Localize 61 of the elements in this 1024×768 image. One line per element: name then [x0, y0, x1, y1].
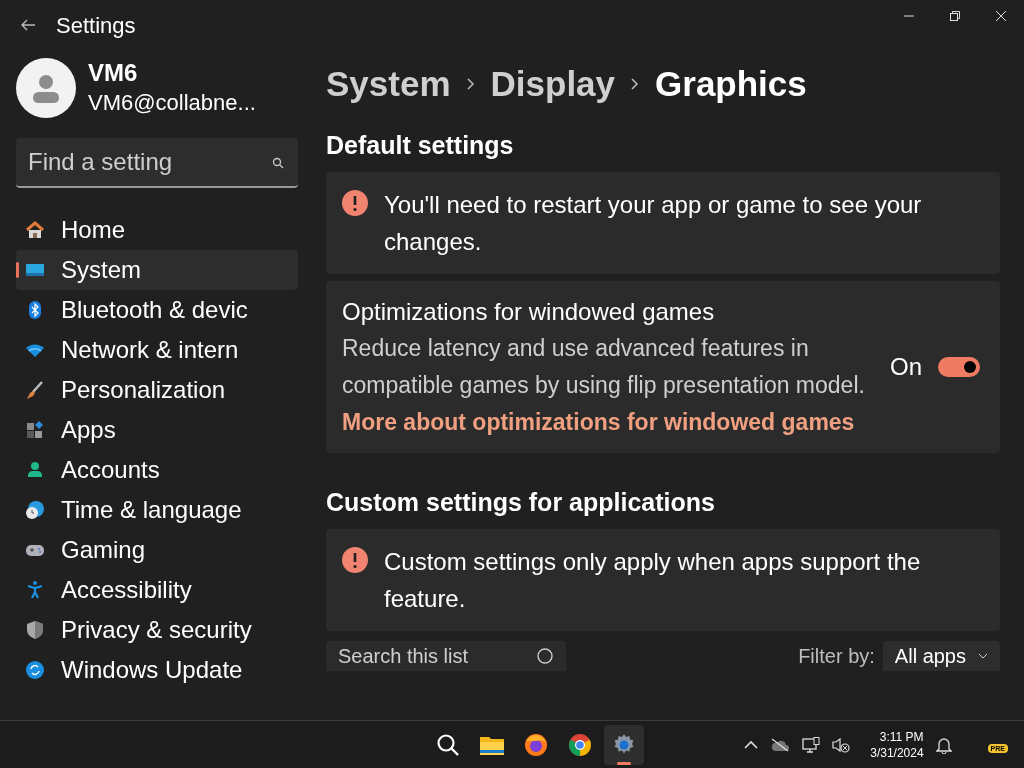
search-field[interactable]: Find a setting: [16, 138, 298, 188]
home-icon: [25, 220, 45, 240]
back-icon[interactable]: [20, 19, 36, 31]
chevron-up-icon[interactable]: [744, 739, 759, 750]
learn-more-link[interactable]: More about optimizations for windowed games: [342, 409, 855, 435]
cloud-off-icon[interactable]: [770, 737, 791, 752]
filter-dropdown[interactable]: All apps: [882, 641, 1000, 671]
avatar-icon: [16, 58, 76, 118]
browser-icon[interactable]: [568, 733, 592, 757]
info-text: You'll need to restart your app or game to see your changes.: [384, 190, 923, 257]
nav-item[interactable]: Accessibility: [16, 570, 298, 610]
nav-item[interactable]: Privacy & security: [16, 610, 298, 650]
breadcrumb-link[interactable]: Display: [490, 57, 616, 111]
nav-item[interactable]: Apps: [16, 410, 298, 450]
time-icon: [25, 500, 45, 520]
user-name: VM6: [88, 58, 139, 88]
personalization-icon: [25, 380, 45, 400]
section-heading: Default settings: [326, 130, 515, 160]
chevron-right-icon: [631, 78, 640, 90]
nav-item[interactable]: Windows Update: [16, 650, 298, 690]
nav-item[interactable]: System: [16, 250, 298, 290]
info-icon: [342, 190, 368, 216]
nav-item[interactable]: Network & intern: [16, 330, 298, 370]
notification-bell-icon[interactable]: [935, 735, 952, 754]
clock-date[interactable]: 3/31/2024: [870, 744, 924, 761]
section-heading: Custom settings for applications: [326, 487, 716, 517]
filter-label: Filter by:: [798, 644, 875, 669]
apps-icon: [25, 420, 45, 440]
search-icon[interactable]: [436, 733, 460, 757]
info-icon: [342, 547, 368, 573]
nav-item[interactable]: Home: [16, 210, 298, 250]
setting-description: Reduce latency and use advanced features in compatible games by using flip presentation model. More about optimizations for windowed games: [342, 334, 866, 437]
caret-icon: [978, 653, 988, 659]
search-icon: [536, 647, 554, 665]
window-title: Settings: [56, 11, 136, 40]
user-email: VM6@collabne...: [88, 89, 256, 117]
search-icon: [272, 157, 284, 169]
nav-item[interactable]: Accounts: [16, 450, 298, 490]
privacy-icon: [25, 620, 45, 640]
setting-title: Optimizations for windowed games: [342, 297, 716, 327]
update-icon: [25, 660, 45, 680]
accessibility-icon: [25, 580, 45, 600]
nav-item[interactable]: Time & language: [16, 490, 298, 530]
restore-icon: [950, 11, 960, 21]
nav-item[interactable]: Gaming: [16, 530, 298, 570]
close-icon: [996, 11, 1006, 21]
page-title: Graphics: [655, 62, 807, 105]
nav-item[interactable]: Bluetooth & devic: [16, 290, 298, 330]
browser-icon[interactable]: [524, 733, 548, 757]
accounts-icon: [25, 460, 45, 480]
nav-item[interactable]: Personalization: [16, 370, 298, 410]
chevron-right-icon: [466, 78, 475, 90]
toggle-switch[interactable]: [938, 357, 980, 377]
monitor-icon[interactable]: [802, 736, 821, 753]
info-text: Custom settings only apply when apps support the feature.: [384, 547, 922, 614]
list-search-field[interactable]: Search this list: [326, 641, 566, 671]
breadcrumb-link[interactable]: System: [326, 57, 451, 111]
speaker-muted-icon[interactable]: [832, 736, 851, 753]
clock-time[interactable]: 3:11 PM: [879, 728, 924, 745]
folder-icon[interactable]: [479, 734, 505, 756]
toggle-state-label: On: [890, 352, 922, 382]
